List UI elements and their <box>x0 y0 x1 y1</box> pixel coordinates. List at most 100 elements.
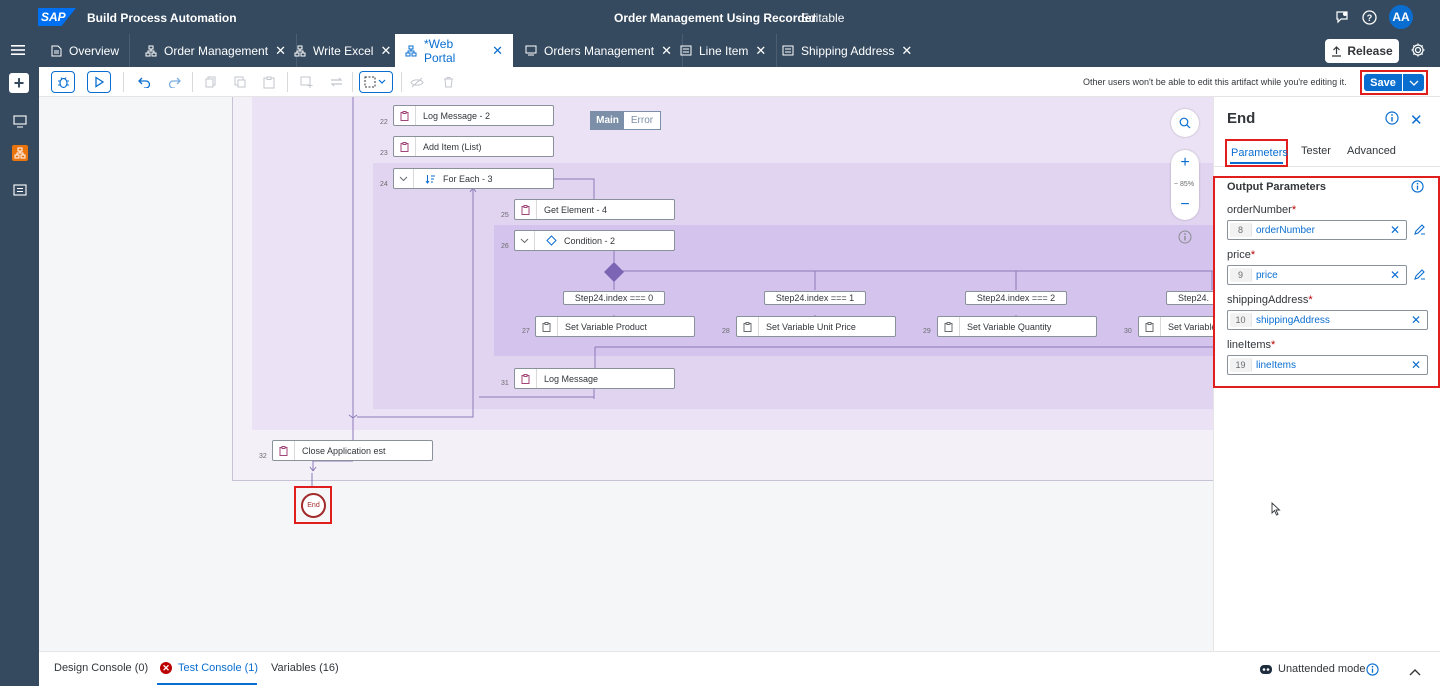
step-add-item-list[interactable]: Add Item (List) <box>393 136 554 157</box>
tab-write-excel[interactable]: Write Excel ✕ <box>284 34 403 67</box>
help-icon[interactable]: ? <box>1360 8 1378 26</box>
edit-mapping-icon[interactable] <box>1413 268 1426 284</box>
clear-icon[interactable]: ✕ <box>1411 313 1421 327</box>
tab-overview[interactable]: Overview <box>41 34 131 67</box>
undo-button[interactable] <box>132 71 156 93</box>
console-bar: Design Console (0) ✕ Test Console (1) Va… <box>39 651 1440 686</box>
clear-icon[interactable]: ✕ <box>1390 223 1400 237</box>
save-options-button[interactable] <box>1403 74 1424 91</box>
step-log-message[interactable]: Log Message <box>514 368 675 389</box>
tab-shipping-address[interactable]: Shipping Address ✕ <box>772 34 922 67</box>
process-icon[interactable] <box>12 145 28 161</box>
condition-branch-label[interactable]: Step24. <box>1166 291 1213 305</box>
close-icon[interactable]: ✕ <box>1410 111 1423 129</box>
tab-line-item[interactable]: Line Item ✕ <box>670 34 778 67</box>
chevron-down-icon[interactable] <box>515 231 535 250</box>
step-get-element-4[interactable]: Get Element - 4 <box>514 199 675 220</box>
step-number: 23 <box>380 150 388 157</box>
tab-tester[interactable]: Tester <box>1301 145 1331 157</box>
monitor-icon[interactable] <box>10 111 30 131</box>
param-field-shipping-address[interactable]: 10 shippingAddress ✕ <box>1227 310 1428 330</box>
step-set-variable-unit-price[interactable]: Set Variable Unit Price <box>736 316 896 337</box>
edit-mapping-icon[interactable] <box>1413 223 1426 239</box>
step-set-variable-quantity[interactable]: Set Variable Quantity <box>937 316 1097 337</box>
selection-mode-dropdown[interactable] <box>359 71 393 93</box>
tab-order-management[interactable]: Order Management ✕ <box>135 34 297 67</box>
step-label: Log Message - 2 <box>423 110 491 121</box>
close-icon[interactable]: ✕ <box>492 43 503 59</box>
condition-branch-label[interactable]: Step24.index === 0 <box>563 291 665 305</box>
close-icon[interactable]: ✕ <box>901 43 912 59</box>
param-label-text: lineItems <box>1227 339 1272 351</box>
close-icon[interactable]: ✕ <box>755 43 766 59</box>
paste-icon <box>263 76 275 88</box>
clipboard-icon <box>515 200 537 219</box>
step-set-variable[interactable]: Set Variable <box>1138 316 1213 337</box>
save-button[interactable]: Save <box>1364 74 1402 91</box>
step-label: Set Variable Quantity <box>967 321 1052 332</box>
error-toggle[interactable]: Error <box>624 112 660 129</box>
param-field-price[interactable]: 9 price ✕ <box>1227 265 1407 285</box>
paste-button[interactable] <box>257 71 281 93</box>
param-field-order-number[interactable]: 8 orderNumber ✕ <box>1227 220 1407 240</box>
tab-label: Orders Management <box>544 43 655 58</box>
list-icon[interactable] <box>10 180 30 200</box>
chevron-down-icon[interactable] <box>394 169 414 188</box>
param-field-line-items[interactable]: 19 lineItems ✕ <box>1227 355 1428 375</box>
condition-branch-label[interactable]: Step24.index === 2 <box>965 291 1067 305</box>
info-icon[interactable] <box>1385 111 1399 128</box>
test-run-button[interactable] <box>87 71 111 93</box>
condition-branch-label[interactable]: Step24.index === 1 <box>764 291 866 305</box>
zoom-out-button[interactable]: − <box>1175 195 1195 215</box>
info-icon[interactable] <box>1411 180 1424 196</box>
step-number: 27 <box>522 328 530 335</box>
add-step-button[interactable] <box>294 71 318 93</box>
redo-button[interactable] <box>162 71 186 93</box>
close-icon[interactable]: ✕ <box>380 43 391 59</box>
step-log-message-2[interactable]: Log Message - 2 <box>393 105 554 126</box>
clear-icon[interactable]: ✕ <box>1390 268 1400 282</box>
properties-panel: End ✕ Parameters Tester Advanced Output … <box>1213 97 1440 651</box>
release-button[interactable]: Release <box>1325 39 1399 63</box>
hide-button[interactable] <box>405 71 429 93</box>
chevron-up-icon[interactable] <box>1409 665 1421 679</box>
clear-icon[interactable]: ✕ <box>1411 358 1421 372</box>
avatar[interactable]: AA <box>1389 5 1413 29</box>
design-console-tab[interactable]: Design Console (0) <box>54 662 148 674</box>
search-button[interactable] <box>1171 109 1199 137</box>
delete-button[interactable] <box>436 71 460 93</box>
tab-label: *Web Portal <box>424 36 456 65</box>
tab-web-portal[interactable]: *Web Portal ✕ <box>395 34 513 67</box>
end-node[interactable]: End <box>301 493 326 518</box>
menu-icon[interactable] <box>10 42 28 60</box>
step-for-each-3[interactable]: For Each - 3 <box>393 168 554 189</box>
clipboard-icon <box>938 317 960 336</box>
tab-parameters[interactable]: Parameters <box>1225 139 1288 167</box>
cut-button[interactable] <box>228 71 252 93</box>
step-set-variable-product[interactable]: Set Variable Product <box>535 316 695 337</box>
delete-icon <box>443 77 453 88</box>
param-index: 10 <box>1230 313 1252 327</box>
swap-button[interactable] <box>324 71 348 93</box>
tab-orders-management[interactable]: Orders Management ✕ <box>515 34 683 67</box>
step-close-application[interactable]: Close Application est <box>272 440 433 461</box>
workflow-canvas[interactable]: Main Error 22 Log Message - 2 23 Add Ite… <box>39 97 1213 651</box>
gear-icon[interactable] <box>1410 42 1426 61</box>
copy-button[interactable] <box>199 71 223 93</box>
main-error-toggle[interactable]: Main Error <box>590 111 661 130</box>
project-title: Order Management Using Recorder <box>614 11 817 25</box>
add-artifact-button[interactable]: + <box>9 73 29 93</box>
zoom-in-button[interactable]: + <box>1175 153 1195 173</box>
left-rail: + <box>0 67 39 686</box>
redo-icon <box>168 77 181 88</box>
variables-tab[interactable]: Variables (16) <box>271 662 339 674</box>
info-icon[interactable] <box>1178 230 1192 247</box>
test-console-tab[interactable]: Test Console (1) <box>178 662 258 674</box>
main-toggle[interactable]: Main <box>591 112 624 129</box>
step-condition-2[interactable]: Condition - 2 <box>514 230 675 251</box>
tab-advanced[interactable]: Advanced <box>1347 145 1396 157</box>
document-icon <box>51 45 62 56</box>
debug-button[interactable] <box>51 71 75 93</box>
info-icon[interactable] <box>1366 663 1379 679</box>
feedback-icon[interactable] <box>1334 8 1352 26</box>
